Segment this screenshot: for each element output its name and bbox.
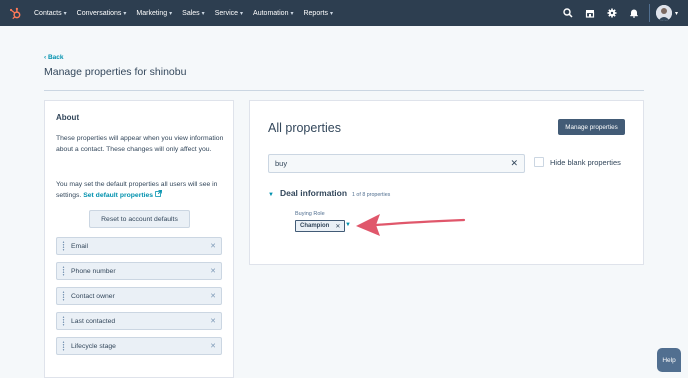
- hide-blank-checkbox[interactable]: [534, 157, 544, 167]
- nav-item-sales[interactable]: Sales ▾: [182, 10, 205, 17]
- about-panel: About These properties will appear when …: [44, 100, 234, 378]
- section-title: Deal information: [279, 188, 348, 198]
- caret-down-icon[interactable]: ▼: [268, 192, 274, 198]
- nav-divider: [648, 4, 650, 22]
- chevron-down-icon: ▾: [290, 10, 294, 17]
- property-row-contact-owner[interactable]: Contact owner ✕: [56, 287, 222, 305]
- remove-icon[interactable]: ✕: [210, 292, 216, 300]
- chevron-down-icon: ▾: [201, 10, 205, 17]
- nav-item-conversations[interactable]: Conversations ▾: [77, 10, 127, 17]
- hide-blank-toggle[interactable]: Hide blank properties: [534, 157, 621, 167]
- chevron-down-icon: ▾: [169, 10, 173, 17]
- property-label: Last contacted: [71, 317, 116, 325]
- external-link-icon: [155, 190, 162, 197]
- nav-menu: Contacts ▾ Conversations ▾ Marketing ▾ Sale…: [34, 10, 343, 17]
- divider: [44, 90, 644, 91]
- chevron-down-icon: ▾: [123, 10, 127, 17]
- top-navigation: Contacts ▾ Conversations ▾ Marketing ▾ Sale…: [0, 0, 688, 26]
- property-row-lifecycle-stage[interactable]: Lifecycle stage ✕: [56, 337, 222, 355]
- back-label: Back: [47, 54, 64, 61]
- hide-blank-label: Hide blank properties: [550, 157, 621, 167]
- property-label: Phone number: [71, 267, 116, 275]
- property-row-phone-number[interactable]: Phone number ✕: [56, 262, 222, 280]
- help-button[interactable]: Help: [657, 348, 681, 372]
- property-row-last-contacted[interactable]: Last contacted ✕: [56, 312, 222, 330]
- nav-item-label: Automation: [253, 9, 289, 17]
- set-default-properties-link[interactable]: Set default properties: [83, 190, 162, 199]
- remove-icon[interactable]: ✕: [210, 267, 216, 275]
- page-title: Manage properties for shinobu: [44, 66, 187, 78]
- section-deal-information[interactable]: ▼ Deal information 1 of 8 properties: [268, 188, 390, 198]
- remove-icon[interactable]: ✕: [335, 223, 340, 230]
- all-properties-title: All properties: [268, 121, 341, 135]
- section-count: 1 of 8 properties: [352, 192, 391, 198]
- nav-item-label: Reports: [303, 9, 328, 17]
- property-label: Contact owner: [71, 292, 115, 300]
- manage-properties-button[interactable]: Manage properties: [558, 119, 625, 135]
- remove-icon[interactable]: ✕: [210, 242, 216, 250]
- about-description: These properties will appear when you vi…: [56, 135, 224, 153]
- property-label: Lifecycle stage: [71, 342, 116, 350]
- drag-handle-icon[interactable]: [62, 266, 65, 276]
- nav-item-service[interactable]: Service ▾: [215, 10, 243, 17]
- chevron-down-icon: ▾: [240, 10, 244, 17]
- remove-icon[interactable]: ✕: [210, 342, 216, 350]
- nav-item-label: Conversations: [76, 9, 122, 17]
- buying-role-label: Buying Role: [295, 211, 325, 217]
- drag-handle-icon[interactable]: [62, 241, 65, 251]
- nav-item-label: Sales: [182, 9, 200, 17]
- buying-role-value-chip[interactable]: Champion ✕: [295, 220, 346, 232]
- annotation-arrow-icon: [356, 214, 466, 236]
- drag-handle-icon[interactable]: [62, 341, 65, 351]
- hubspot-logo-icon[interactable]: [2, 0, 28, 26]
- nav-item-label: Marketing: [136, 9, 168, 17]
- nav-item-reports[interactable]: Reports ▾: [303, 10, 333, 17]
- avatar[interactable]: [655, 5, 672, 21]
- remove-icon[interactable]: ✕: [210, 317, 216, 325]
- chevron-down-icon: ▾: [330, 10, 334, 17]
- marketplace-icon[interactable]: [579, 0, 601, 26]
- reset-to-defaults-button[interactable]: Reset to account defaults: [89, 210, 190, 228]
- search-icon[interactable]: [557, 0, 579, 26]
- chip-label: Champion: [300, 223, 330, 229]
- property-label: Email: [71, 242, 88, 250]
- link-label: Set default properties: [83, 192, 154, 199]
- about-title: About: [56, 113, 80, 122]
- chevron-down-icon: ▾: [63, 10, 67, 17]
- drag-handle-icon[interactable]: [62, 291, 65, 301]
- all-properties-panel: All properties Manage properties ✕ Hide …: [249, 100, 644, 265]
- chevron-down-icon[interactable]: ▾: [675, 10, 678, 17]
- clear-search-icon[interactable]: ✕: [510, 158, 518, 169]
- nav-item-label: Service: [214, 9, 239, 17]
- dropdown-caret-icon[interactable]: ▼: [345, 222, 351, 228]
- nav-item-automation[interactable]: Automation ▾: [253, 10, 293, 17]
- notifications-icon[interactable]: [623, 0, 645, 26]
- drag-handle-icon[interactable]: [62, 316, 65, 326]
- settings-icon[interactable]: [601, 0, 623, 26]
- about-settings-note: You may set the default properties all u…: [56, 179, 226, 201]
- nav-item-marketing[interactable]: Marketing ▾: [136, 10, 172, 17]
- search-input[interactable]: [275, 159, 495, 168]
- property-row-email[interactable]: Email ✕: [56, 237, 222, 255]
- nav-utilities: ▾: [557, 0, 688, 26]
- property-search: ✕: [268, 154, 525, 173]
- back-link[interactable]: ‹ Back: [44, 54, 64, 61]
- nav-item-label: Contacts: [34, 9, 62, 17]
- nav-item-contacts[interactable]: Contacts ▾: [34, 10, 67, 17]
